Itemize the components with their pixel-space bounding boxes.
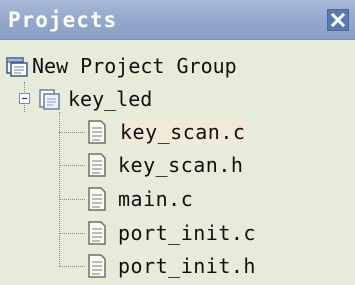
collapse-minus-icon <box>22 97 27 100</box>
panel-titlebar[interactable]: Projects <box>0 0 355 40</box>
tree-item-file[interactable]: key_scan.c <box>88 116 250 148</box>
project-folder-icon <box>39 89 60 110</box>
tree-connector <box>59 199 85 200</box>
tree-item-file[interactable]: port_init.h <box>88 250 256 282</box>
projects-panel-window: Projects New Project Group key_led key_s… <box>0 0 355 285</box>
tree-item-label: main.c <box>118 187 194 211</box>
tree-connector <box>59 165 85 166</box>
document-icon <box>88 120 106 144</box>
project-group-icon <box>6 57 28 77</box>
tree-connector <box>59 266 85 267</box>
document-icon <box>88 153 106 177</box>
tree-item-file[interactable]: main.c <box>88 183 193 215</box>
tree-item-label: key_led <box>68 87 153 111</box>
document-icon <box>88 221 106 245</box>
tree-item-file[interactable]: port_init.c <box>88 217 256 249</box>
close-button[interactable] <box>327 9 349 31</box>
collapse-toggle[interactable] <box>19 93 30 104</box>
document-icon <box>88 187 106 211</box>
tree-item-label: port_init.c <box>118 221 256 245</box>
project-tree: New Project Group key_led key_scan.c key… <box>0 40 355 285</box>
tree-item-project[interactable]: key_led <box>38 83 152 115</box>
tree-item-label: port_init.h <box>118 254 256 278</box>
tree-connector <box>59 112 60 266</box>
tree-item-label: key_scan.h <box>118 153 244 177</box>
tree-item-file[interactable]: key_scan.h <box>88 149 243 181</box>
panel-title: Projects <box>8 8 118 32</box>
tree-connector <box>59 233 85 234</box>
tree-item-label: key_scan.c <box>118 118 250 146</box>
document-icon <box>88 254 106 278</box>
close-icon <box>331 13 345 27</box>
tree-connector <box>59 132 85 133</box>
tree-item-label: New Project Group <box>32 54 237 78</box>
tree-item-project-group[interactable]: New Project Group <box>6 50 237 82</box>
